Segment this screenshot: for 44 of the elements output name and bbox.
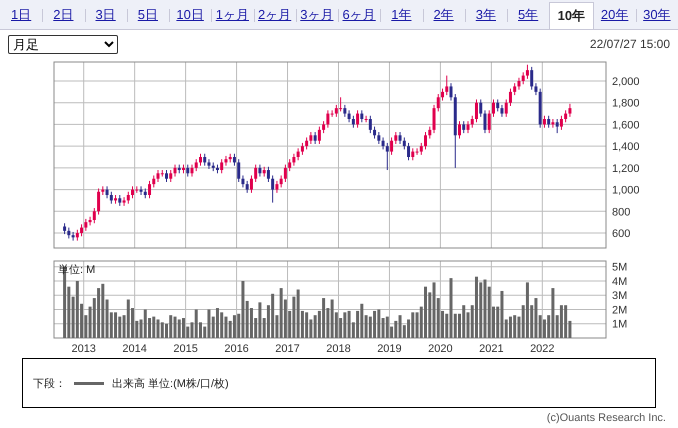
timestamp: 22/07/27 15:00 <box>590 37 670 51</box>
copyright: (c)Ouants Research Inc. <box>546 412 666 424</box>
period-tab[interactable]: 2年 <box>422 0 465 29</box>
axis-label: 2016 <box>224 343 249 355</box>
axis-label: 2014 <box>122 343 147 355</box>
period-tab[interactable]: 1年 <box>380 0 422 29</box>
period-tab[interactable]: 10年 <box>549 2 594 29</box>
period-tab[interactable]: 2日 <box>42 0 84 29</box>
axis-label: 4M <box>612 276 628 288</box>
period-select[interactable]: 月足 <box>8 34 118 54</box>
period-tab[interactable]: 3年 <box>464 0 507 29</box>
period-tab[interactable]: 3ヶ月 <box>296 0 338 29</box>
axis-label: 1,600 <box>612 119 640 132</box>
axis-label: 1M <box>612 318 628 331</box>
axis-label: 800 <box>612 206 630 218</box>
axis-label: 5M <box>612 262 628 274</box>
axis-label: 2019 <box>377 343 402 355</box>
axis-label: 2021 <box>479 343 504 355</box>
axis-label: 2017 <box>275 343 300 355</box>
legend-label: 出来高 単位:(M株/口/枚) <box>112 376 229 390</box>
period-tab[interactable]: 20年 <box>594 0 636 29</box>
axis-label: 2,000 <box>612 76 640 88</box>
axis-label: 2015 <box>173 343 198 355</box>
period-tab[interactable]: 1日 <box>0 0 42 29</box>
axis-label: 2018 <box>326 343 351 355</box>
axis-label: 2020 <box>428 343 453 355</box>
period-tab[interactable]: 30年 <box>636 0 678 29</box>
period-tab[interactable]: 1ヶ月 <box>211 0 254 29</box>
period-tab[interactable]: 2ヶ月 <box>254 0 296 29</box>
axis-label: 3M <box>612 290 628 302</box>
period-tab[interactable]: 5日 <box>126 0 169 29</box>
axis-label: 1,000 <box>612 184 640 197</box>
period-tab[interactable]: 3日 <box>84 0 127 29</box>
axis-label: 1,400 <box>612 141 640 154</box>
period-tab[interactable]: 10日 <box>169 0 212 29</box>
axis-label: 2M <box>612 304 628 316</box>
axis-label: 2013 <box>71 343 96 355</box>
axis-label: 1,800 <box>612 98 640 110</box>
axis-label: 1,200 <box>612 162 640 175</box>
period-tab[interactable]: 5年 <box>507 0 550 29</box>
axis-label: 2022 <box>530 343 555 355</box>
period-tab[interactable]: 6ヶ月 <box>338 0 380 29</box>
legend-prefix: 下段： <box>33 376 66 390</box>
axis-label: 600 <box>612 228 630 240</box>
